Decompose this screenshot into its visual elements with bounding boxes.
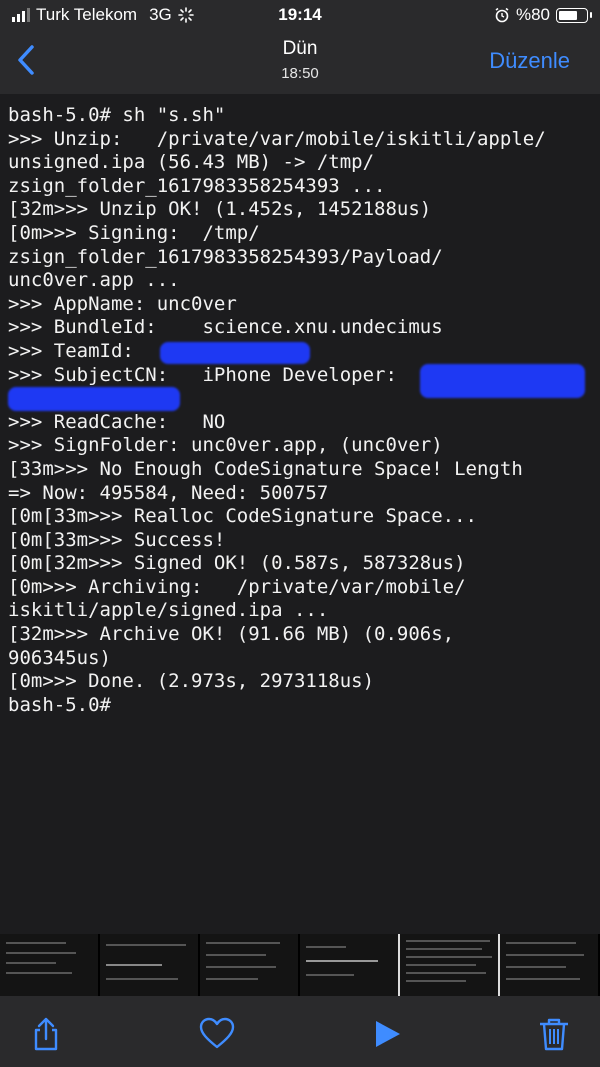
play-button[interactable] [372,1016,408,1052]
battery-icon [556,7,592,23]
share-icon [34,1017,58,1051]
thumbnail-strip[interactable] [0,934,600,996]
favorite-button[interactable] [198,1016,235,1052]
redaction-subjectcn-continued [8,387,180,411]
trash-icon [540,1018,568,1051]
delete-button[interactable] [536,1016,572,1052]
bottom-toolbar [0,996,600,1067]
thumbnail[interactable] [100,934,198,996]
play-icon [376,1021,400,1047]
edit-button[interactable]: Düzenle [489,48,570,74]
thumbnail-current[interactable] [398,934,500,996]
status-bar: Turk Telekom 3G 19:14 %80 [0,0,600,30]
heart-icon [199,1017,235,1049]
share-button[interactable] [28,1016,64,1052]
status-right: %80 [494,5,592,25]
redaction-teamid [160,342,310,364]
thumbnail[interactable] [500,934,598,996]
navigation-bar: Dün 18:50 Düzenle [0,30,600,94]
battery-fill [559,10,577,20]
alarm-icon [495,7,509,23]
terminal-screenshot: bash-5.0# sh "s.sh" >>> Unzip: /private/… [0,94,600,932]
thumbnail[interactable] [200,934,298,996]
thumbnail[interactable] [300,934,398,996]
thumbnail[interactable] [0,934,98,996]
redaction-subjectcn [420,364,585,398]
battery-percent: %80 [515,5,550,24]
